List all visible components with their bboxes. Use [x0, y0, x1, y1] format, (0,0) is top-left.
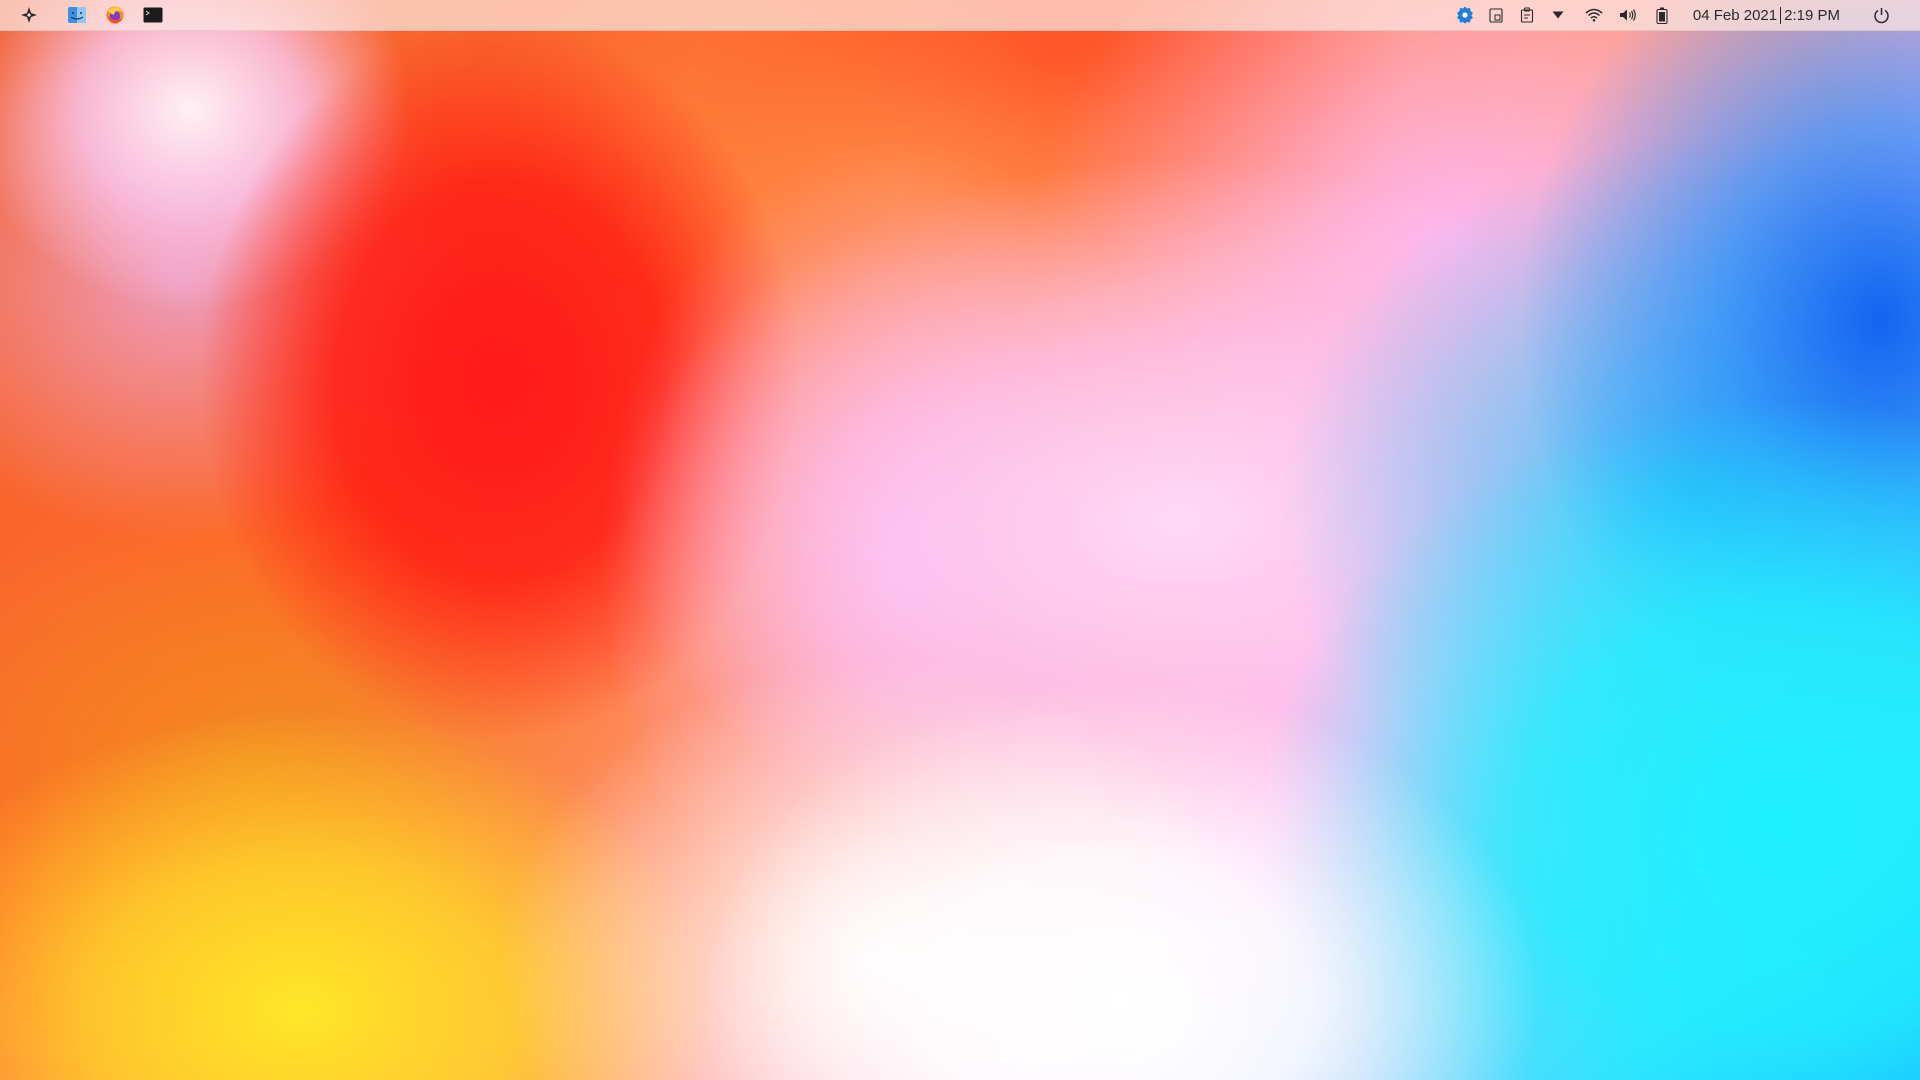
clock-separator — [1780, 6, 1782, 24]
clock-date: 04 Feb 2021 — [1692, 6, 1778, 24]
battery-icon — [1656, 7, 1668, 24]
battery-button[interactable] — [1651, 0, 1673, 30]
updates-button[interactable] — [1516, 0, 1538, 30]
firefox-button[interactable] — [104, 0, 126, 30]
finder-icon — [68, 7, 86, 23]
system-tray: 04 Feb 2021 2:19 PM — [1454, 0, 1920, 30]
clipboard-icon — [1489, 8, 1503, 23]
finder-button[interactable] — [66, 0, 88, 30]
power-icon — [1873, 7, 1889, 23]
power-button[interactable] — [1870, 0, 1892, 30]
terminal-icon — [143, 7, 163, 23]
volume-button[interactable] — [1617, 0, 1639, 30]
launcher-icon — [21, 7, 37, 23]
launcher-button[interactable] — [18, 0, 40, 30]
gear-badge-icon — [1456, 6, 1473, 24]
wallpaper — [0, 0, 1920, 1080]
caret-down-icon — [1552, 11, 1564, 19]
settings-status-button[interactable] — [1454, 0, 1476, 30]
clipboard-button[interactable] — [1485, 0, 1507, 30]
wifi-icon — [1585, 8, 1603, 22]
speaker-icon — [1619, 9, 1636, 21]
package-icon — [1520, 7, 1533, 23]
clock-time: 2:19 PM — [1784, 6, 1840, 24]
expand-tray-button[interactable] — [1547, 0, 1569, 30]
firefox-icon — [106, 6, 124, 24]
clock[interactable]: 04 Feb 2021 2:19 PM — [1692, 6, 1840, 24]
network-button[interactable] — [1583, 0, 1605, 30]
terminal-button[interactable] — [142, 0, 164, 30]
top-panel: 04 Feb 2021 2:19 PM — [0, 0, 1920, 31]
desktop: 04 Feb 2021 2:19 PM — [0, 0, 1920, 1080]
app-launcher-group — [0, 0, 164, 30]
